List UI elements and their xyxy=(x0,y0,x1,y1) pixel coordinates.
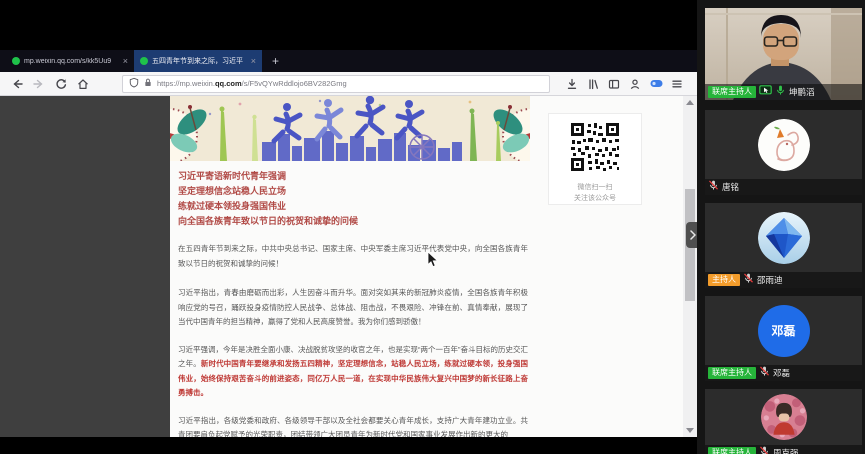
article-paragraph-1: 在五四青年节到来之际，中共中央总书记、国家主席、中央军委主席习近平代表党中央，向… xyxy=(178,242,528,271)
extension-icon[interactable] xyxy=(647,75,665,93)
paragraph-3-highlight: 新时代中国青年要继承和发扬五四精神，坚定理想信念，站稳人民立场，练就过硬本领，投… xyxy=(178,359,528,397)
url-text: https://mp.weixin.qq.com/s/F5vQYwRddlojo… xyxy=(157,79,347,88)
tab-2-close-icon[interactable]: × xyxy=(251,57,256,66)
browser-tab-bar: mp.weixin.qq.com/s/kk5Uu9 × 五四青年节到来之际，习近… xyxy=(0,50,697,72)
page-viewport: 习近平寄语新时代青年强调 坚定理想信念站稳人民立场 练就过硬本领投身强国伟业 向… xyxy=(0,96,697,437)
participant-info-bar: 唐铭 xyxy=(705,179,862,195)
mic-on-icon xyxy=(775,83,786,100)
participant-name: 坤鹏滔 xyxy=(789,86,815,98)
qr-code-image xyxy=(569,121,621,173)
forward-button[interactable] xyxy=(30,75,48,93)
participant-info-bar: 主持人 邵雨迪 xyxy=(705,272,862,288)
home-button[interactable] xyxy=(74,75,92,93)
participant-tile-4[interactable]: 邓磊 联席主持人 邓磊 xyxy=(705,296,862,381)
article-paragraph-4: 习近平指出，各级党委和政府、各级领导干部以及全社会都要关心青年成长，支持广大青年… xyxy=(178,414,528,438)
browser-toolbar: https://mp.weixin.qq.com/s/F5vQYwRddlojo… xyxy=(0,72,697,96)
scroll-down-arrow-icon[interactable] xyxy=(686,428,694,433)
article-paragraph-2: 习近平指出，青春由磨砺而出彩，人生因奋斗而升华。面对突如其来的新冠肺炎疫情，全国… xyxy=(178,286,528,330)
participant-info-bar: 联席主持人 周克强 xyxy=(705,445,862,454)
mic-muted-icon xyxy=(708,178,719,195)
participant-info-bar: 联席主持人 坤鹏滔 xyxy=(705,84,862,100)
tab-1-close-icon[interactable]: × xyxy=(123,57,128,66)
title-line: 向全国各族青年致以节日的祝贺和诚挚的问候 xyxy=(178,214,530,229)
tab-1-label: mp.weixin.qq.com/s/kk5Uu9 xyxy=(24,58,119,65)
mic-muted-icon xyxy=(759,364,770,381)
browser-window: mp.weixin.qq.com/s/kk5Uu9 × 五四青年节到来之际，习近… xyxy=(0,50,697,437)
participant-tile-1[interactable]: 联席主持人 坤鹏滔 xyxy=(705,8,862,100)
host-badge: 主持人 xyxy=(708,274,740,286)
menu-hamburger-icon[interactable] xyxy=(668,75,686,93)
mouse-cursor xyxy=(427,251,439,268)
diamond-avatar xyxy=(758,212,810,264)
article-paragraph-3: 习近平强调，今年是决胜全面小康、决战脱贫攻坚的收官之年，也是实现“两个一百年”奋… xyxy=(178,343,528,401)
participant-tile-3[interactable]: 主持人 邵雨迪 xyxy=(705,203,862,288)
cohost-badge: 联席主持人 xyxy=(708,447,756,454)
tracking-shield-icon[interactable] xyxy=(129,75,139,93)
toolbar-right-buttons xyxy=(563,75,689,93)
participant-tile-5[interactable]: 联席主持人 周克强 xyxy=(705,389,862,454)
browser-tab-1[interactable]: mp.weixin.qq.com/s/kk5Uu9 × xyxy=(6,50,134,72)
qr-caption: 微信扫一扫 关注该公众号 xyxy=(549,182,641,204)
participant-name: 周克强 xyxy=(773,447,799,454)
article-title: 习近平寄语新时代青年强调 坚定理想信念站稳人民立场 练就过硬本领投身强国伟业 向… xyxy=(178,169,530,229)
participant-tile-2[interactable]: 唐铭 xyxy=(705,110,862,195)
official-account-qr-box: 微信扫一扫 关注该公众号 xyxy=(548,113,642,205)
cohost-badge: 联席主持人 xyxy=(708,367,756,379)
mic-muted-icon xyxy=(759,444,770,454)
title-line: 坚定理想信念站稳人民立场 xyxy=(178,184,530,199)
video-sidebar: 联席主持人 坤鹏滔 xyxy=(697,0,865,454)
back-button[interactable] xyxy=(8,75,26,93)
screen-share-icon xyxy=(759,83,772,100)
participant-name: 唐铭 xyxy=(722,181,739,193)
participant-name: 邓磊 xyxy=(773,367,790,379)
initials-avatar: 邓磊 xyxy=(758,305,810,357)
chevron-right-icon xyxy=(690,230,696,240)
url-bar[interactable]: https://mp.weixin.qq.com/s/F5vQYwRddlojo… xyxy=(122,75,550,93)
new-tab-button[interactable]: + xyxy=(272,54,279,68)
wechat-favicon-icon xyxy=(12,57,20,65)
participant-name: 邵雨迪 xyxy=(757,274,783,286)
tab-2-label: 五四青年节到来之际，习近平 xyxy=(152,56,247,66)
cohost-badge: 联席主持人 xyxy=(708,86,756,98)
browser-tab-2-active[interactable]: 五四青年节到来之际，习近平 × xyxy=(134,50,262,72)
account-icon[interactable] xyxy=(626,75,644,93)
participant-info-bar: 联席主持人 邓磊 xyxy=(705,365,862,381)
reload-button[interactable] xyxy=(52,75,70,93)
scroll-up-arrow-icon[interactable] xyxy=(686,100,694,105)
screen: mp.weixin.qq.com/s/kk5Uu9 × 五四青年节到来之际，习近… xyxy=(0,0,865,454)
page-scrollbar[interactable] xyxy=(683,96,697,437)
downloads-icon[interactable] xyxy=(563,75,581,93)
rabbit-avatar xyxy=(758,119,810,171)
mic-muted-icon xyxy=(743,271,754,288)
anime-avatar xyxy=(761,394,807,440)
title-line: 习近平寄语新时代青年强调 xyxy=(178,169,530,184)
library-icon[interactable] xyxy=(584,75,602,93)
lock-icon[interactable] xyxy=(143,75,153,93)
article-banner-illustration xyxy=(170,96,530,161)
sidebar-toggle-icon[interactable] xyxy=(605,75,623,93)
wechat-favicon-icon xyxy=(140,57,148,65)
title-line: 练就过硬本领投身强国伟业 xyxy=(178,199,530,214)
